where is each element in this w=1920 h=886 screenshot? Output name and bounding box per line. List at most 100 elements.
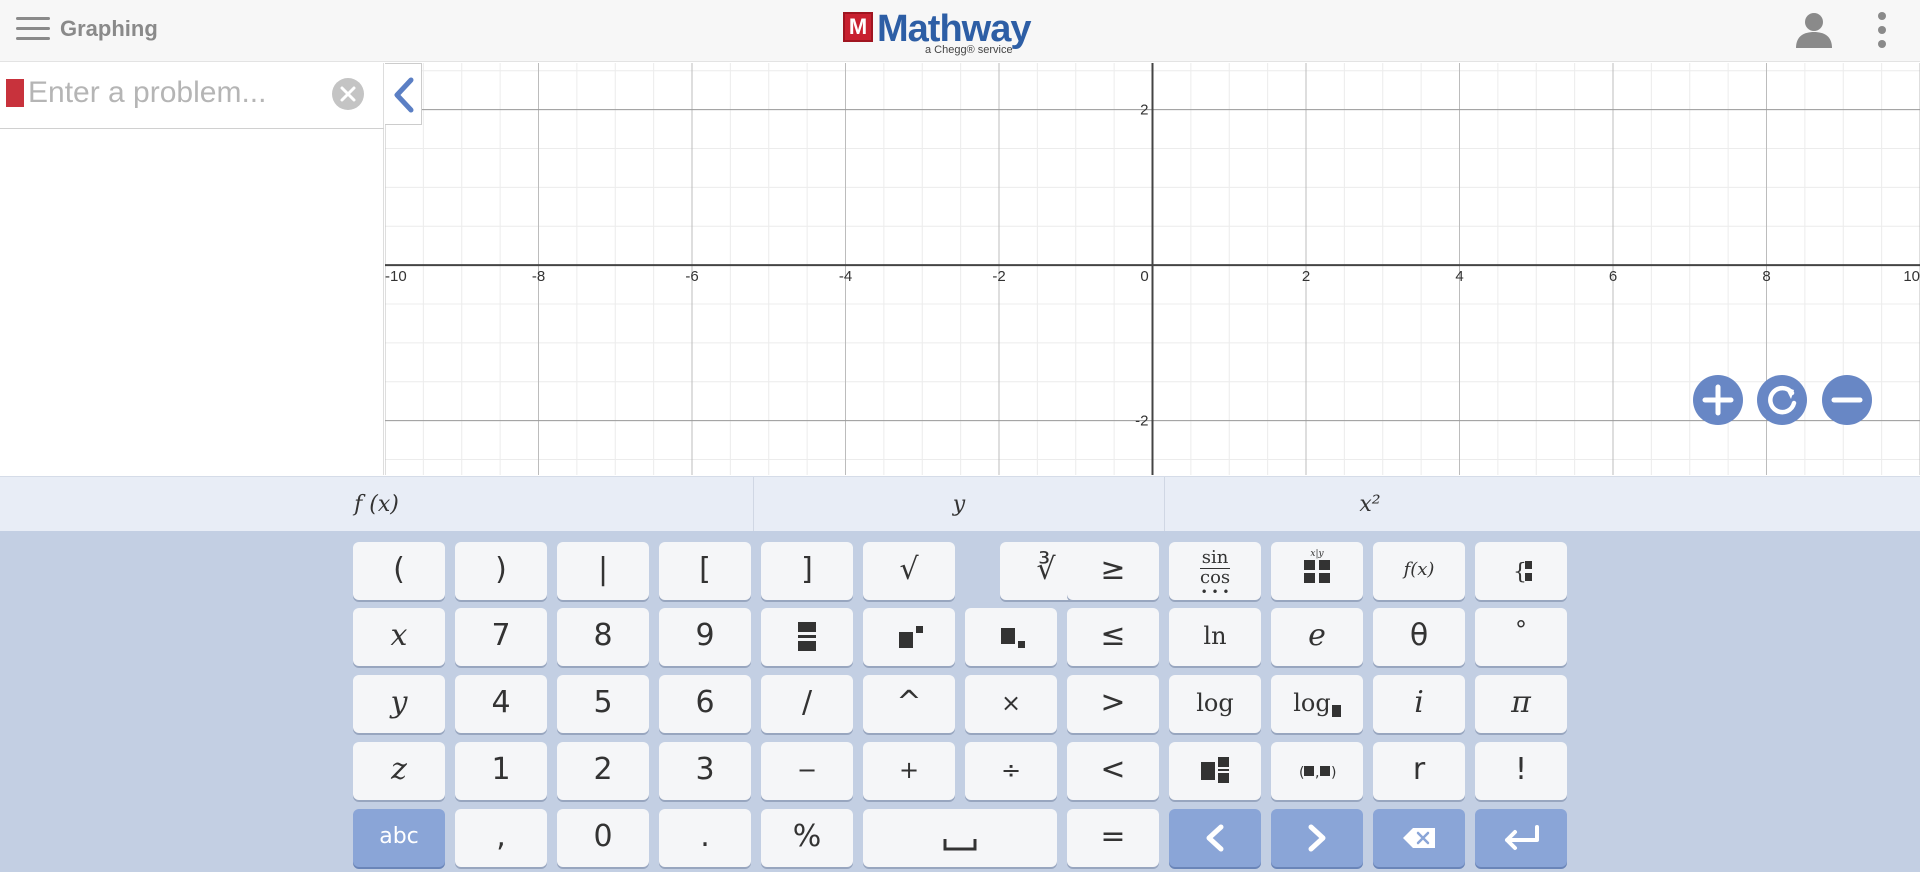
superscript-icon: [899, 626, 923, 648]
key-open-paren[interactable]: (: [353, 542, 445, 600]
input-color-marker[interactable]: [6, 79, 24, 107]
key-multiply[interactable]: ×: [965, 675, 1057, 733]
reset-view-button[interactable]: [1757, 375, 1807, 425]
x-tick-label: 8: [1762, 268, 1770, 285]
key-fraction[interactable]: [761, 608, 853, 666]
y-tick-label: 2: [1140, 102, 1148, 119]
key-close-bracket[interactable]: ]: [761, 542, 853, 600]
key-y[interactable]: y: [353, 675, 445, 733]
svg-text:,: ,: [1315, 765, 1319, 781]
key-z[interactable]: z: [353, 742, 445, 800]
close-icon: [340, 86, 356, 102]
clear-input-button[interactable]: [332, 78, 364, 110]
key-square-root[interactable]: √: [863, 542, 955, 600]
key-ordered-pair[interactable]: ( , ): [1271, 742, 1363, 800]
key-percent[interactable]: %: [761, 809, 853, 867]
key-space[interactable]: [863, 809, 1057, 867]
key-absolute-value[interactable]: |: [557, 542, 649, 600]
key-matrix[interactable]: x|y: [1271, 542, 1363, 600]
log-base-placeholder-icon: [1331, 705, 1341, 717]
key-6[interactable]: 6: [659, 675, 751, 733]
key-log-base[interactable]: log: [1271, 675, 1363, 733]
subscript-icon: [1001, 628, 1025, 648]
key-degree[interactable]: °: [1475, 608, 1567, 666]
trig-sin-label: sin: [1201, 547, 1229, 568]
x-tick-label: 2: [1302, 268, 1310, 285]
key-2[interactable]: 2: [557, 742, 649, 800]
zoom-out-button[interactable]: [1822, 375, 1872, 425]
svg-text:{: {: [1513, 560, 1527, 585]
more-options-icon[interactable]: [1872, 10, 1892, 50]
function-tab-row: f (x) y x²: [0, 476, 1920, 532]
key-caret[interactable]: ^: [863, 675, 955, 733]
tab-y[interactable]: y: [754, 477, 1164, 532]
key-x[interactable]: x: [353, 608, 445, 666]
key-mixed-number[interactable]: [1169, 742, 1261, 800]
key-7[interactable]: 7: [455, 608, 547, 666]
key-pi[interactable]: π: [1475, 675, 1567, 733]
key-decimal[interactable]: .: [659, 809, 751, 867]
tab-x-squared[interactable]: x²: [1165, 477, 1575, 532]
mathway-logo[interactable]: M Mathway a Chegg® service: [843, 8, 1043, 58]
key-minus[interactable]: −: [761, 742, 853, 800]
key-greater-than[interactable]: >: [1067, 675, 1159, 733]
key-1[interactable]: 1: [455, 742, 547, 800]
key-enter[interactable]: [1475, 809, 1567, 867]
top-bar: Graphing M Mathway a Chegg® service: [0, 0, 1920, 62]
menu-icon[interactable]: [14, 14, 52, 44]
user-account-icon[interactable]: [1794, 10, 1834, 50]
tab-function[interactable]: f (x): [0, 477, 753, 532]
key-3[interactable]: 3: [659, 742, 751, 800]
key-equals[interactable]: =: [1067, 809, 1159, 867]
logo-mark: M: [843, 12, 873, 42]
key-ln[interactable]: ln: [1169, 608, 1261, 666]
piecewise-icon: {: [1513, 560, 1532, 585]
key-8[interactable]: 8: [557, 608, 649, 666]
ordered-pair-icon: ( , ): [1299, 765, 1336, 781]
space-icon: [943, 839, 977, 851]
key-comma[interactable]: ,: [455, 809, 547, 867]
zoom-in-button[interactable]: [1693, 375, 1743, 425]
key-piecewise[interactable]: {: [1475, 542, 1567, 600]
more-dots-icon: • • •: [1200, 585, 1230, 599]
key-close-paren[interactable]: ): [455, 542, 547, 600]
log-base-label: log: [1293, 689, 1331, 717]
key-slash[interactable]: /: [761, 675, 853, 733]
plus-icon: [1702, 384, 1734, 416]
key-cursor-right[interactable]: [1271, 809, 1363, 867]
key-theta[interactable]: θ: [1373, 608, 1465, 666]
key-0[interactable]: 0: [557, 809, 649, 867]
x-tick-label: -4: [839, 268, 852, 285]
key-less-than[interactable]: <: [1067, 742, 1159, 800]
key-cursor-left[interactable]: [1169, 809, 1261, 867]
key-superscript[interactable]: [863, 608, 955, 666]
key-trig-functions[interactable]: sin cos • • •: [1169, 542, 1261, 600]
key-e[interactable]: e: [1271, 608, 1363, 666]
x-tick-label: -2: [992, 268, 1005, 285]
key-greater-equal[interactable]: ≥: [1067, 542, 1159, 600]
key-5[interactable]: 5: [557, 675, 649, 733]
fraction-icon: [798, 622, 816, 651]
key-imaginary-i[interactable]: i: [1373, 675, 1465, 733]
key-subscript[interactable]: [965, 608, 1057, 666]
key-r[interactable]: r: [1373, 742, 1465, 800]
key-divide[interactable]: ÷: [965, 742, 1057, 800]
key-log[interactable]: log: [1169, 675, 1261, 733]
collapse-panel-button[interactable]: [385, 63, 422, 125]
problem-input-row: [0, 63, 384, 129]
key-function-notation[interactable]: f(x): [1373, 542, 1465, 600]
key-factorial[interactable]: !: [1475, 742, 1567, 800]
key-backspace[interactable]: [1373, 809, 1465, 867]
key-abc-keyboard[interactable]: abc: [353, 809, 445, 867]
mixed-number-icon: [1201, 757, 1229, 783]
graph-canvas[interactable]: -10 -8 -6 -4 -2 0 2 4 6 8 10 2 -2: [385, 63, 1920, 475]
x-tick-label: 4: [1455, 268, 1463, 285]
key-less-equal[interactable]: ≤: [1067, 608, 1159, 666]
key-4[interactable]: 4: [455, 675, 547, 733]
key-9[interactable]: 9: [659, 608, 751, 666]
problem-input[interactable]: [28, 73, 318, 113]
key-open-bracket[interactable]: [: [659, 542, 751, 600]
svg-text:x|y: x|y: [1310, 549, 1324, 559]
x-tick-label: 0: [1140, 268, 1148, 285]
key-plus[interactable]: +: [863, 742, 955, 800]
